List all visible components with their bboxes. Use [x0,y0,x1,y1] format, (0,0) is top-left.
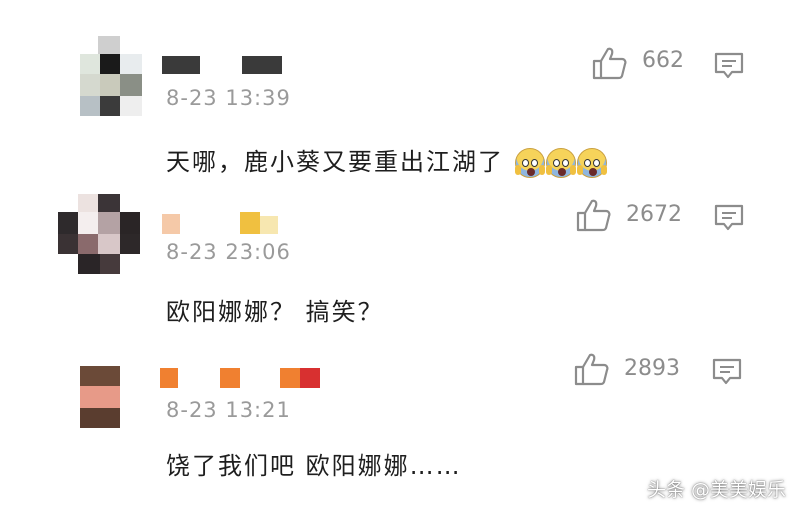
comment-screenshot: 8-23 13:39 天哪，鹿小葵又要重出江湖了 662 8-23 23:06 … [0,0,800,514]
like-count: 2893 [624,356,680,381]
comment-item: 8-23 13:21 饶了我们吧 欧阳娜娜…… 2893 [0,0,800,500]
redaction-block [300,368,320,388]
source-watermark: 头条 @美美娱乐 [646,479,786,501]
username-redacted[interactable] [160,368,330,390]
avatar[interactable] [80,366,120,428]
comment-timestamp: 8-23 13:21 [166,398,291,422]
reply-comment-icon[interactable] [712,358,742,386]
thumbs-up-icon[interactable] [574,352,610,386]
redaction-block [160,368,178,388]
redaction-block [220,368,240,388]
redaction-block [280,368,300,388]
comment-text: 饶了我们吧 欧阳娜娜…… [166,452,462,480]
